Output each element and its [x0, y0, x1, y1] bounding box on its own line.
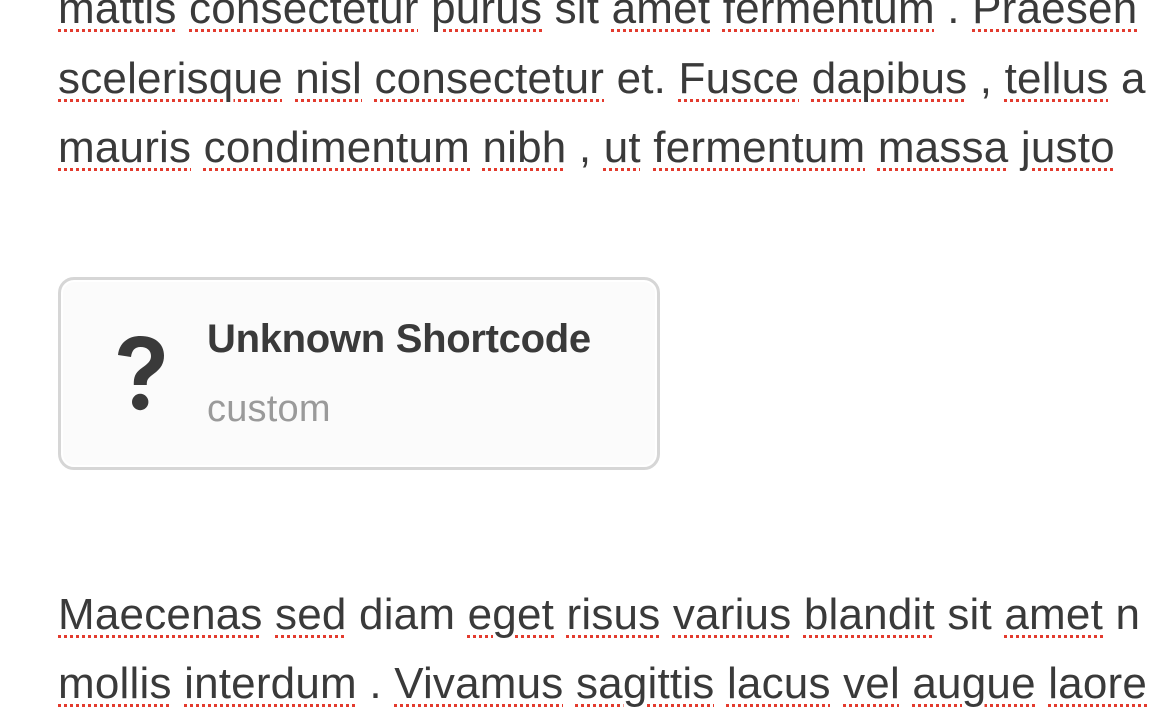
- text: a: [1121, 54, 1146, 103]
- spellcheck-word[interactable]: dapibus: [812, 54, 968, 103]
- spellcheck-word[interactable]: scelerisque: [58, 54, 283, 103]
- spellcheck-word[interactable]: mattis: [58, 0, 177, 33]
- spellcheck-word[interactable]: Vivamus: [394, 659, 563, 708]
- spellcheck-word[interactable]: ut: [604, 123, 641, 172]
- spellcheck-word[interactable]: mauris: [58, 123, 191, 172]
- spellcheck-word[interactable]: eget: [468, 590, 554, 639]
- spellcheck-word[interactable]: lacus: [727, 659, 831, 708]
- paragraph-line[interactable]: auctor. Aenean lacinia bibendum nulla se…: [58, 719, 1172, 726]
- text: sit: [555, 0, 612, 33]
- spellcheck-word[interactable]: Fusce: [679, 54, 800, 103]
- paragraph-line[interactable]: mauris condimentum nibh , ut fermentum m…: [58, 113, 1172, 183]
- spellcheck-word[interactable]: interdum: [184, 659, 357, 708]
- spellcheck-word[interactable]: fermentum: [653, 123, 865, 172]
- spellcheck-word[interactable]: sed: [275, 590, 347, 639]
- spellcheck-word[interactable]: tellus: [1005, 54, 1109, 103]
- paragraph-line[interactable]: scelerisque nisl consectetur et. Fusce d…: [58, 44, 1172, 114]
- text: n: [1115, 590, 1140, 639]
- paragraph-line[interactable]: Maecenas sed diam eget risus varius blan…: [58, 580, 1172, 650]
- spellcheck-word[interactable]: laore: [1048, 659, 1147, 708]
- shortcode-title: Unknown Shortcode: [207, 308, 591, 371]
- unknown-shortcode-block[interactable]: Unknown Shortcode custom: [58, 277, 660, 470]
- spellcheck-word[interactable]: amet: [612, 0, 711, 33]
- question-mark-icon: [115, 334, 167, 412]
- spellcheck-word[interactable]: varius: [673, 590, 792, 639]
- spellcheck-word[interactable]: blandit: [804, 590, 935, 639]
- paragraph-line[interactable]: mattis consectetur purus sit amet fermen…: [58, 0, 1172, 44]
- spellcheck-word[interactable]: fermentum: [723, 0, 935, 33]
- spellcheck-word[interactable]: justo: [1021, 123, 1115, 172]
- spellcheck-word[interactable]: amet: [1004, 590, 1103, 639]
- editor-content[interactable]: mattis consectetur purus sit amet fermen…: [0, 0, 1172, 726]
- text: ,: [579, 123, 604, 172]
- paragraph-line[interactable]: mollis interdum . Vivamus sagittis lacus…: [58, 649, 1172, 719]
- text: diam: [359, 590, 468, 639]
- text: .: [369, 659, 394, 708]
- text: .: [947, 0, 972, 33]
- spellcheck-word[interactable]: Maecenas: [58, 590, 263, 639]
- text: ,: [980, 54, 1005, 103]
- spellcheck-word[interactable]: consectetur: [374, 54, 604, 103]
- spellcheck-word[interactable]: mollis: [58, 659, 172, 708]
- spellcheck-word[interactable]: massa: [878, 123, 1009, 172]
- spellcheck-word[interactable]: vel: [843, 659, 900, 708]
- spellcheck-word[interactable]: consectetur: [189, 0, 419, 33]
- spellcheck-word[interactable]: nibh: [482, 123, 566, 172]
- text: sit: [947, 590, 1004, 639]
- text: et.: [617, 54, 679, 103]
- spellcheck-word[interactable]: purus: [431, 0, 542, 33]
- spellcheck-word[interactable]: Praesen: [972, 0, 1137, 33]
- spellcheck-word[interactable]: nisl: [295, 54, 362, 103]
- shortcode-subtitle: custom: [207, 379, 591, 439]
- spellcheck-word[interactable]: risus: [567, 590, 661, 639]
- spellcheck-word[interactable]: condimentum: [204, 123, 470, 172]
- spellcheck-word[interactable]: augue: [912, 659, 1035, 708]
- spellcheck-word[interactable]: sagittis: [576, 659, 715, 708]
